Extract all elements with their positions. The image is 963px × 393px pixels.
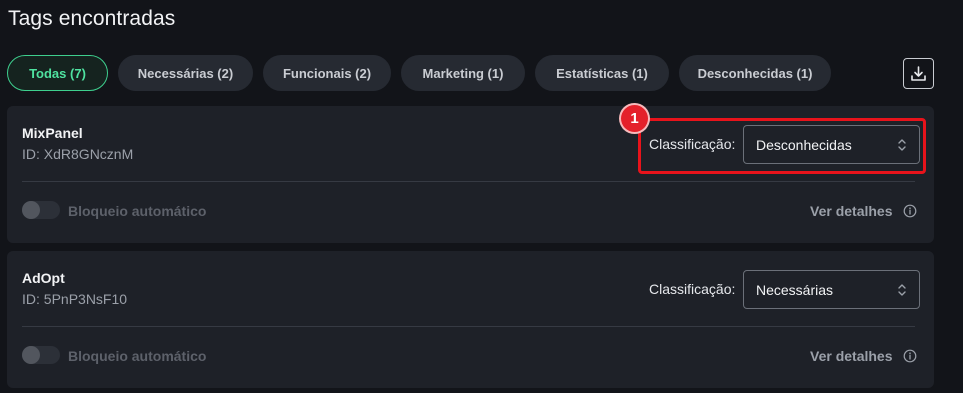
- classification-select[interactable]: Necessárias: [743, 270, 920, 309]
- auto-block-toggle[interactable]: [22, 201, 60, 219]
- filter-chip-todas[interactable]: Todas (7): [7, 55, 108, 91]
- annotation-highlight-box: [638, 118, 926, 174]
- toggle-knob: [22, 346, 40, 364]
- annotation-step-badge: 1: [621, 105, 648, 132]
- download-icon: [911, 66, 926, 81]
- filter-chip-necessarias[interactable]: Necessárias (2): [118, 55, 253, 91]
- classification-label: Classificação:: [649, 281, 736, 297]
- updown-chevron-icon: [898, 284, 906, 296]
- tag-name: AdOpt: [22, 270, 65, 286]
- filter-tabs: Todas (7) Necessárias (2) Funcionais (2)…: [7, 55, 831, 91]
- tag-name: MixPanel: [22, 125, 83, 141]
- download-button[interactable]: [903, 58, 934, 89]
- auto-block-label: Bloqueio automático: [68, 348, 207, 364]
- auto-block-label: Bloqueio automático: [68, 203, 207, 219]
- classification-value: Necessárias: [756, 281, 834, 298]
- filter-chip-estatisticas[interactable]: Estatísticas (1): [535, 55, 669, 91]
- toggle-knob: [22, 201, 40, 219]
- filter-chip-marketing[interactable]: Marketing (1): [401, 55, 525, 91]
- filter-chip-desconhecidas[interactable]: Desconhecidas (1): [679, 55, 831, 91]
- filter-chip-funcionais[interactable]: Funcionais (2): [263, 55, 391, 91]
- tag-card-adopt: AdOpt ID: 5PnP3NsF10 Classificação: Nece…: [7, 251, 934, 388]
- tag-id: ID: XdR8GNcznM: [22, 146, 134, 162]
- auto-block-toggle[interactable]: [22, 346, 60, 364]
- info-icon[interactable]: [903, 349, 917, 363]
- divider: [22, 181, 915, 182]
- divider: [22, 326, 915, 327]
- view-details-link[interactable]: Ver detalhes: [810, 203, 893, 219]
- tag-id: ID: 5PnP3NsF10: [22, 291, 128, 307]
- page-title: Tags encontradas: [8, 7, 176, 30]
- view-details-link[interactable]: Ver detalhes: [810, 348, 893, 364]
- info-icon[interactable]: [903, 204, 917, 218]
